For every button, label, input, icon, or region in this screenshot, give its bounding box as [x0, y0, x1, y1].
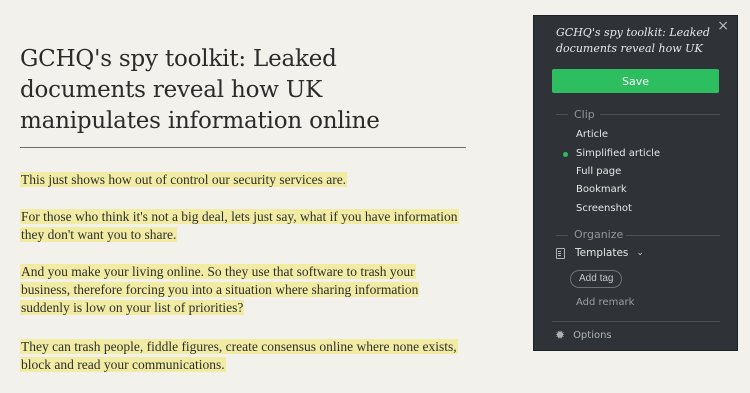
highlighted-text: For those who think it's not a big deal,…	[20, 209, 459, 242]
clip-title[interactable]: GCHQ's spy toolkit: Leaked documents rev…	[556, 25, 721, 57]
clip-option-full-page[interactable]: Full page	[576, 166, 621, 177]
notebook-icon	[556, 247, 565, 259]
highlighted-text: They can trash people, fiddle figures, c…	[20, 339, 458, 372]
chevron-down-icon: ⌄	[636, 248, 644, 258]
add-tag-button[interactable]: Add tag	[570, 270, 623, 288]
add-remark-field[interactable]: Add remark	[576, 297, 634, 308]
clip-option-simplified-article[interactable]: Simplified article	[576, 148, 660, 159]
article-paragraph-1: This just shows how out of control our s…	[20, 171, 466, 189]
options-label: Options	[573, 329, 612, 341]
article-title: GCHQ's spy toolkit: Leaked documents rev…	[20, 46, 380, 134]
article-paragraph-2: For those who think it's not a big deal,…	[20, 208, 466, 244]
clip-option-bookmark[interactable]: Bookmark	[576, 184, 627, 195]
divider	[626, 235, 720, 236]
divider	[556, 235, 568, 236]
clip-option-screenshot[interactable]: Screenshot	[576, 203, 632, 214]
options-button[interactable]: ✹ Options	[555, 329, 612, 341]
article-paragraph-4: They can trash people, fiddle figures, c…	[20, 338, 466, 374]
selected-indicator-dot	[563, 152, 568, 157]
title-divider	[20, 147, 466, 148]
organize-section-heading: Organize	[574, 228, 624, 241]
clip-option-article[interactable]: Article	[576, 129, 608, 140]
highlighted-text: This just shows how out of control our s…	[20, 172, 348, 187]
clip-section-heading: Clip	[574, 108, 595, 121]
article: GCHQ's spy toolkit: Leaked documents rev…	[20, 0, 466, 372]
save-button[interactable]: Save	[552, 69, 719, 93]
divider	[600, 114, 720, 115]
gear-icon: ✹	[555, 328, 566, 342]
highlighted-text: And you make your living online. So they…	[20, 264, 420, 315]
divider	[552, 321, 720, 322]
divider	[556, 114, 568, 115]
templates-dropdown[interactable]: Templates ⌄	[556, 247, 644, 259]
web-clipper-panel: × GCHQ's spy toolkit: Leaked documents r…	[533, 15, 738, 351]
article-paragraph-3: And you make your living online. So they…	[20, 263, 466, 317]
templates-label: Templates	[575, 247, 629, 259]
